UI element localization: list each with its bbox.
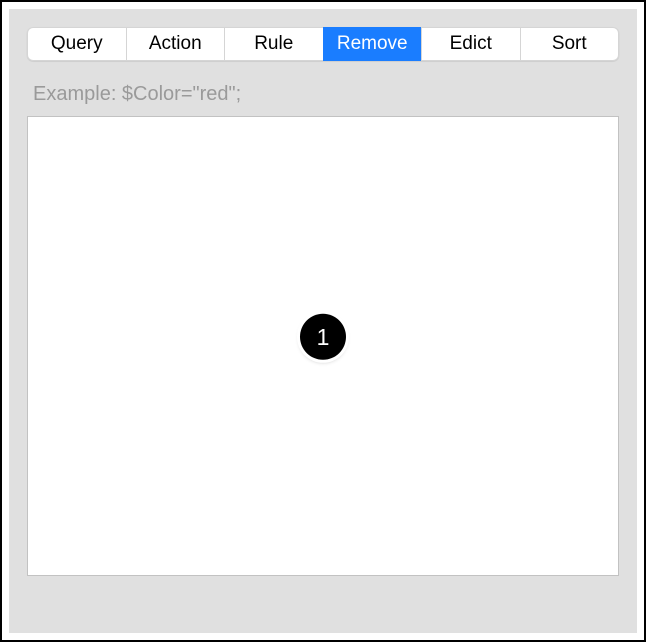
tab-query[interactable]: Query (27, 27, 126, 61)
code-textarea[interactable] (27, 116, 619, 576)
text-area-container: 1 (27, 116, 619, 576)
example-label: Example: $Color="red"; (33, 83, 619, 106)
tab-action[interactable]: Action (126, 27, 225, 61)
tab-sort[interactable]: Sort (520, 27, 620, 61)
panel: Query Action Rule Remove Edict Sort Exam… (9, 9, 637, 633)
tab-edict[interactable]: Edict (421, 27, 520, 61)
tab-remove[interactable]: Remove (323, 27, 422, 61)
tab-rule[interactable]: Rule (224, 27, 323, 61)
window-frame: Query Action Rule Remove Edict Sort Exam… (0, 0, 646, 642)
tab-bar: Query Action Rule Remove Edict Sort (27, 27, 619, 61)
